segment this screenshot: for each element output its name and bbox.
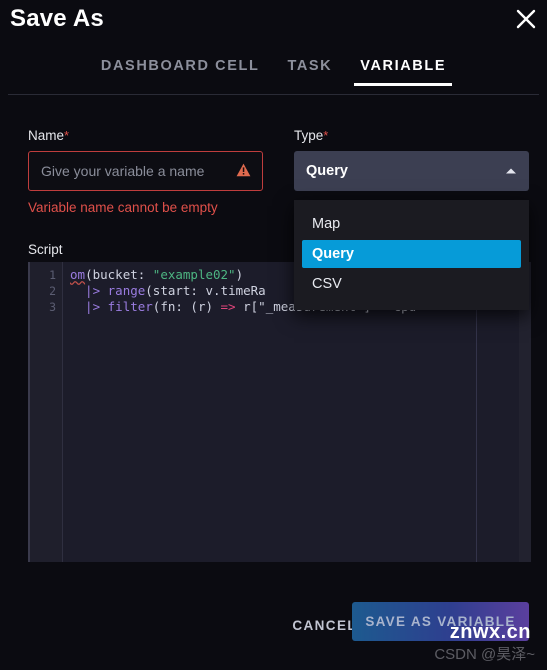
- code-token: om: [70, 267, 86, 282]
- code-token: filter: [107, 299, 153, 314]
- required-marker: *: [64, 128, 70, 143]
- page-title: Save As: [10, 5, 104, 32]
- line-number: 1: [49, 268, 56, 282]
- code-token: range: [107, 283, 146, 298]
- close-icon[interactable]: [511, 4, 541, 34]
- name-input-wrapper: [28, 151, 263, 191]
- tab-task[interactable]: TASK: [273, 56, 346, 86]
- code-token: (start: v.timeRa: [145, 283, 266, 298]
- code-token: (fn: (r): [152, 299, 221, 314]
- type-dropdown-menu[interactable]: Map Query CSV: [294, 200, 529, 310]
- type-select[interactable]: Query: [294, 151, 529, 191]
- caret-up-glyph: [506, 168, 516, 174]
- save-as-variable-button[interactable]: SAVE AS VARIABLE: [352, 602, 529, 641]
- type-field-group: Type* Query: [294, 128, 529, 191]
- modal-footer: CANCEL SAVE AS VARIABLE: [0, 590, 547, 670]
- dropdown-option-query[interactable]: Query: [302, 240, 521, 268]
- required-marker: *: [323, 128, 329, 143]
- tab-dashboard-cell[interactable]: DASHBOARD CELL: [87, 56, 274, 86]
- script-label: Script: [28, 242, 63, 257]
- code-token: |>: [70, 283, 108, 298]
- name-label: Name*: [28, 128, 70, 143]
- editor-gutter: 1 2 3: [30, 262, 63, 562]
- line-number: 2: [49, 284, 56, 298]
- cancel-button[interactable]: CANCEL: [288, 608, 361, 643]
- close-icon-glyph: [516, 9, 536, 29]
- code-token: |>: [70, 299, 108, 314]
- code-token: ): [235, 267, 244, 282]
- type-select-value: Query: [306, 163, 348, 179]
- tab-bar: DASHBOARD CELL TASK VARIABLE: [0, 56, 547, 96]
- tab-variable[interactable]: VARIABLE: [346, 56, 460, 86]
- name-field-group: Name* Variable name cannot be empty: [28, 128, 263, 215]
- code-token: "example02": [152, 267, 236, 282]
- name-input[interactable]: [28, 151, 263, 191]
- line-number: 3: [49, 300, 56, 314]
- code-token: (bucket:: [85, 267, 153, 282]
- type-label: Type*: [294, 128, 329, 143]
- modal-header: Save As: [0, 0, 547, 44]
- caret-up-icon: [505, 162, 517, 180]
- name-error-message: Variable name cannot be empty: [28, 200, 218, 215]
- dropdown-option-map[interactable]: Map: [302, 210, 521, 238]
- code-token: =>: [220, 299, 236, 314]
- save-as-modal: Save As DASHBOARD CELL TASK VARIABLE Nam…: [0, 0, 547, 670]
- dropdown-option-csv[interactable]: CSV: [302, 270, 521, 298]
- tab-divider: [8, 94, 539, 95]
